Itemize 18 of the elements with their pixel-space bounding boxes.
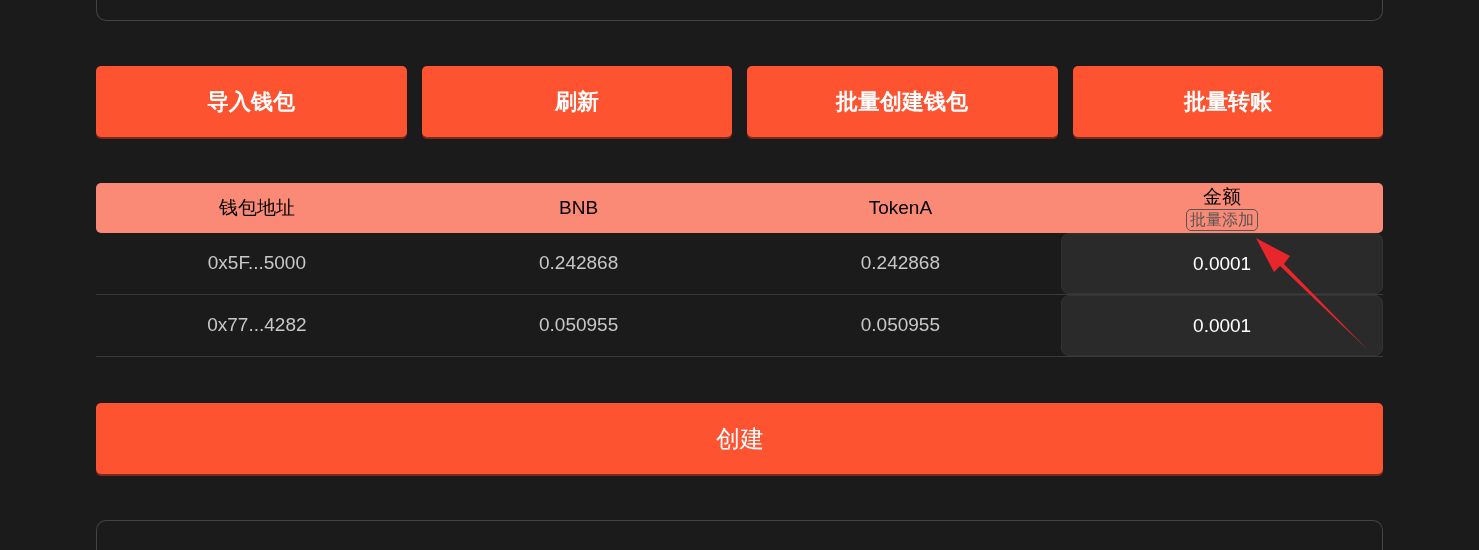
amount-input[interactable]: 0.0001 (1061, 233, 1383, 294)
action-button[interactable]: 导入钱包 (96, 66, 407, 137)
table-cell-text: 0.050955 (860, 313, 940, 338)
column-header: 钱包地址 (218, 195, 295, 220)
column-header: 金额 (1203, 185, 1242, 209)
action-button[interactable]: 批量转账 (1072, 66, 1383, 137)
action-button[interactable]: 刷新 (421, 66, 732, 137)
create-button[interactable]: 创建 (96, 403, 1383, 474)
table-cell-text: 0.242868 (860, 251, 940, 276)
table-cell-text: 0.050955 (539, 313, 619, 338)
amount-input[interactable]: 0.0001 (1061, 295, 1383, 356)
table-cell-text: 0x5F...5000 (207, 251, 306, 276)
table-cell-text: 0x77...4282 (207, 313, 307, 338)
column-header: BNB (559, 195, 599, 220)
action-button[interactable]: 批量创建钱包 (747, 66, 1058, 137)
column-header: TokenA (868, 195, 933, 220)
batch-add-button[interactable]: 批量添加 (1186, 208, 1259, 231)
table-cell-text: 0.242868 (539, 251, 619, 276)
